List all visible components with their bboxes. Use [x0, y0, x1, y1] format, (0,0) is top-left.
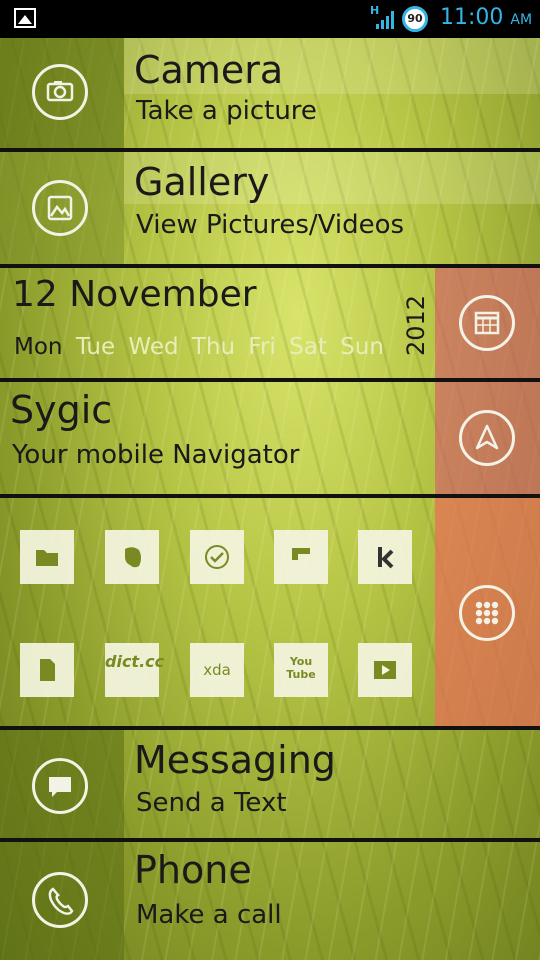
video-player-icon[interactable]: [358, 643, 412, 697]
weekday-tue: Tue: [75, 334, 116, 360]
battery-icon: 90: [402, 6, 428, 32]
camera-subtitle: Take a picture: [136, 96, 317, 126]
message-icon: [32, 758, 88, 814]
signal-icon: [376, 11, 394, 29]
clock: 11:00 AM: [440, 5, 532, 30]
xda-label: xda: [203, 661, 231, 679]
weekday-mon: Mon: [14, 334, 63, 360]
weekday-sat: Sat: [289, 334, 327, 360]
calendar-weekdays: Mon Tue Wed Thu Fri Sat Sun: [14, 334, 390, 360]
calendar-side-panel[interactable]: [435, 268, 540, 378]
calendar-icon: [459, 295, 515, 351]
gallery-title: Gallery: [134, 160, 270, 204]
picture-notification-icon[interactable]: [14, 8, 36, 28]
youtube-label: You Tube: [286, 655, 316, 681]
app-drawer-icon: [459, 585, 515, 641]
calendar-date: 12 November: [12, 274, 257, 315]
messaging-tile[interactable]: Messaging Send a Text: [0, 730, 540, 838]
navigation-arrow-icon: [459, 410, 515, 466]
messaging-title: Messaging: [134, 738, 336, 782]
phone-tile[interactable]: Phone Make a call: [0, 842, 540, 960]
sygic-subtitle: Your mobile Navigator: [12, 440, 300, 470]
weekday-fri: Fri: [248, 334, 276, 360]
status-bar: H 90 11:00 AM: [0, 0, 540, 38]
weekday-wed: Wed: [128, 334, 179, 360]
document-icon[interactable]: [20, 643, 74, 697]
clock-ampm: AM: [510, 12, 533, 28]
navigation-side-panel[interactable]: [435, 382, 540, 494]
evernote-icon[interactable]: [105, 530, 159, 584]
sygic-title: Sygic: [10, 388, 113, 432]
flipboard-icon[interactable]: [274, 530, 328, 584]
calendar-year: 2012: [402, 294, 430, 356]
phone-title: Phone: [134, 848, 252, 892]
folder-icon[interactable]: [20, 530, 74, 584]
gallery-subtitle: View Pictures/Videos: [136, 210, 405, 240]
checkmark-icon[interactable]: [190, 530, 244, 584]
gallery-icon: [32, 180, 88, 236]
gallery-tile[interactable]: Gallery View Pictures/Videos: [0, 152, 540, 264]
dictcc-icon[interactable]: dict.cc: [105, 643, 165, 697]
youtube-icon[interactable]: You Tube: [274, 643, 328, 697]
weekday-sun: Sun: [340, 334, 384, 360]
phone-icon: [32, 872, 88, 928]
camera-icon: [32, 64, 88, 120]
messaging-subtitle: Send a Text: [136, 788, 287, 818]
camera-title: Camera: [134, 48, 284, 92]
camera-tile[interactable]: Camera Take a picture: [0, 38, 540, 148]
weekday-thu: Thu: [191, 334, 236, 360]
clock-time: 11:00: [440, 5, 504, 30]
xda-icon[interactable]: xda: [190, 643, 244, 697]
dictcc-label: dict.cc: [105, 652, 165, 671]
app-drawer-panel[interactable]: [435, 498, 540, 726]
phone-subtitle: Make a call: [136, 900, 282, 930]
kindle-icon[interactable]: [358, 530, 412, 584]
